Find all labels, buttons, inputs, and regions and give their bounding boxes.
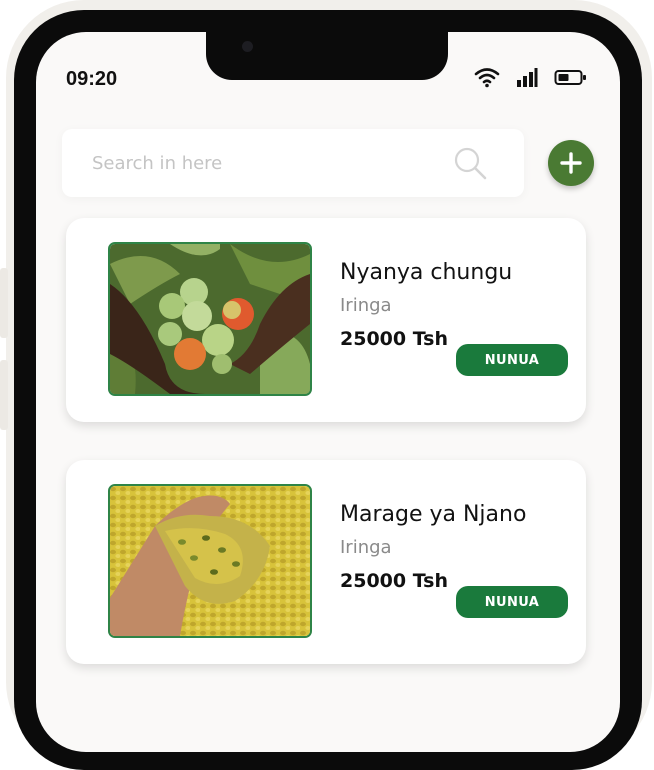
plus-icon [560, 152, 582, 174]
add-product-button[interactable] [548, 140, 594, 186]
product-location: Iringa [340, 295, 392, 316]
status-time: 09:20 [66, 68, 118, 90]
product-image-yellow-beans[interactable] [108, 484, 312, 638]
product-price: 25000 Tsh [340, 328, 448, 350]
phone-side-button [0, 360, 8, 430]
battery-icon [554, 70, 586, 85]
notch [206, 32, 448, 80]
product-name: Nyanya chungu [340, 260, 513, 285]
product-price: 25000 Tsh [340, 570, 448, 592]
signal-icon [517, 68, 538, 87]
search-input[interactable] [92, 150, 432, 176]
product-card[interactable]: Marage ya Njano Iringa 25000 Tsh NUNUA [66, 460, 586, 664]
camera-dot [242, 41, 253, 52]
search-icon[interactable] [452, 145, 490, 183]
app-screen: 09:20 Search in here Nyanya chungu Iring… [36, 32, 620, 752]
buy-button[interactable]: NUNUA [456, 344, 568, 376]
search-bar [62, 129, 524, 197]
phone-side-button [0, 268, 8, 338]
buy-button[interactable]: NUNUA [456, 586, 568, 618]
product-image-tomatoes[interactable] [108, 242, 312, 396]
product-card[interactable]: Nyanya chungu Iringa 25000 Tsh NUNUA [66, 218, 586, 422]
product-location: Iringa [340, 537, 392, 558]
product-name: Marage ya Njano [340, 502, 527, 527]
wifi-icon [474, 68, 500, 88]
